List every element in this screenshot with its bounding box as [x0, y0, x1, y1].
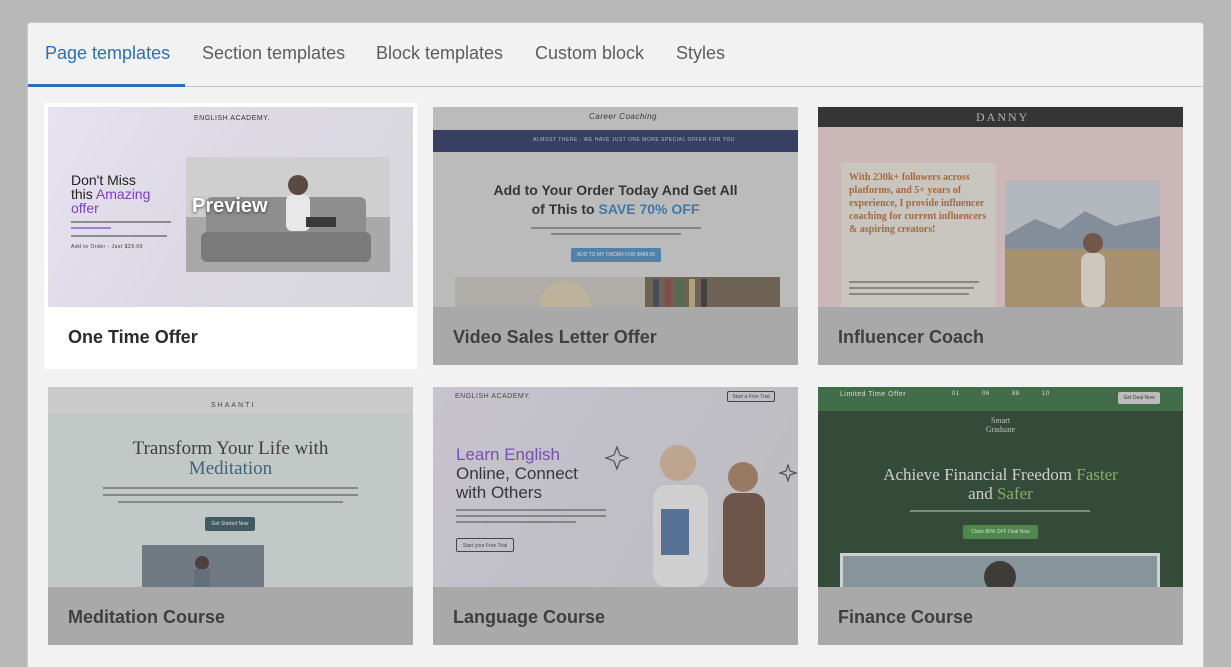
template-thumbnail: Career Coaching ALMOST THERE - WE HAVE J…	[433, 107, 798, 307]
template-card-title: Meditation Course	[68, 607, 226, 627]
thumb-headline: Transform Your Life with Meditation	[132, 438, 329, 479]
thumb-top-button: Start a Free Trial	[727, 391, 775, 402]
template-card-title: Video Sales Letter Offer	[453, 327, 657, 347]
thumb-cta: Start your Free Trial	[456, 538, 514, 552]
thumb-photo	[455, 277, 780, 307]
thumb-quote-box: With 230k+ followers across platforms, a…	[841, 163, 996, 307]
thumb-ribbon: Limited Time Offer 01 06 88 10 Get Deal …	[818, 387, 1183, 411]
thumb-brand: Smart Graduate	[985, 416, 1016, 434]
thumb-cta: Get Started Now	[205, 517, 255, 531]
thumb-header: DANNY	[818, 107, 1183, 127]
active-tab-indicator	[28, 84, 185, 87]
thumb-cta: Claim 80% OFF Deal Now	[963, 525, 1038, 539]
template-card-title: Influencer Coach	[838, 327, 985, 347]
thumb-photo	[142, 545, 264, 587]
template-card-finance-course[interactable]: Limited Time Offer 01 06 88 10 Get Deal …	[818, 387, 1183, 645]
tab-custom-block[interactable]: Custom block	[535, 43, 644, 64]
template-thumbnail: SHAANTI Transform Your Life with Meditat…	[48, 387, 413, 587]
template-thumbnail: Limited Time Offer 01 06 88 10 Get Deal …	[818, 387, 1183, 587]
template-card-title: Finance Course	[838, 607, 974, 627]
preview-overlay-label[interactable]: Preview	[192, 195, 268, 218]
tab-bar: Page templates Section templates Block t…	[28, 23, 1203, 87]
thumb-headline: Learn English Online, Connect with Other…	[456, 445, 578, 502]
thumb-photo	[840, 553, 1160, 587]
template-thumbnail: DANNY With 230k+ followers across platfo…	[818, 107, 1183, 307]
template-card-influencer-coach[interactable]: DANNY With 230k+ followers across platfo…	[818, 107, 1183, 365]
template-thumbnail: ENGLISH ACADEMY. Don't Miss this Amazing…	[48, 107, 413, 307]
template-card-video-sales-letter-offer[interactable]: Career Coaching ALMOST THERE - WE HAVE J…	[433, 107, 798, 365]
thumb-photo	[1005, 181, 1160, 307]
thumb-photo	[604, 445, 798, 587]
template-card-language-course[interactable]: ENGLISH ACADEMY. Start a Free Trial Lear…	[433, 387, 798, 645]
template-card-title: One Time Offer	[68, 327, 198, 347]
thumb-cta: Add to Order - Just $29.00	[71, 244, 143, 250]
tab-page-templates[interactable]: Page templates	[45, 43, 170, 64]
thumb-brand: ENGLISH ACADEMY.	[455, 393, 531, 400]
thumb-headline: Achieve Financial Freedom Faster and Saf…	[883, 465, 1118, 503]
tab-styles[interactable]: Styles	[676, 43, 725, 64]
thumb-headline: Add to Your Order Today And Get All of T…	[493, 182, 738, 217]
thumb-brand: ENGLISH ACADEMY.	[194, 115, 270, 122]
thumb-banner: ALMOST THERE - WE HAVE JUST ONE MORE SPE…	[433, 130, 798, 152]
tab-block-templates[interactable]: Block templates	[376, 43, 503, 64]
template-card-one-time-offer[interactable]: ENGLISH ACADEMY. Don't Miss this Amazing…	[48, 107, 413, 365]
template-thumbnail: ENGLISH ACADEMY. Start a Free Trial Lear…	[433, 387, 798, 587]
thumb-headline: Don't Miss this Amazing offer	[71, 172, 151, 216]
thumb-cta: ADD TO MY ORDER FOR $499.00	[571, 248, 661, 262]
template-card-meditation-course[interactable]: SHAANTI Transform Your Life with Meditat…	[48, 387, 413, 645]
thumb-brand: Career Coaching	[589, 112, 657, 121]
template-card-title: Language Course	[453, 607, 606, 627]
tab-section-templates[interactable]: Section templates	[202, 43, 345, 64]
thumb-brand: SHAANTI	[211, 402, 256, 409]
